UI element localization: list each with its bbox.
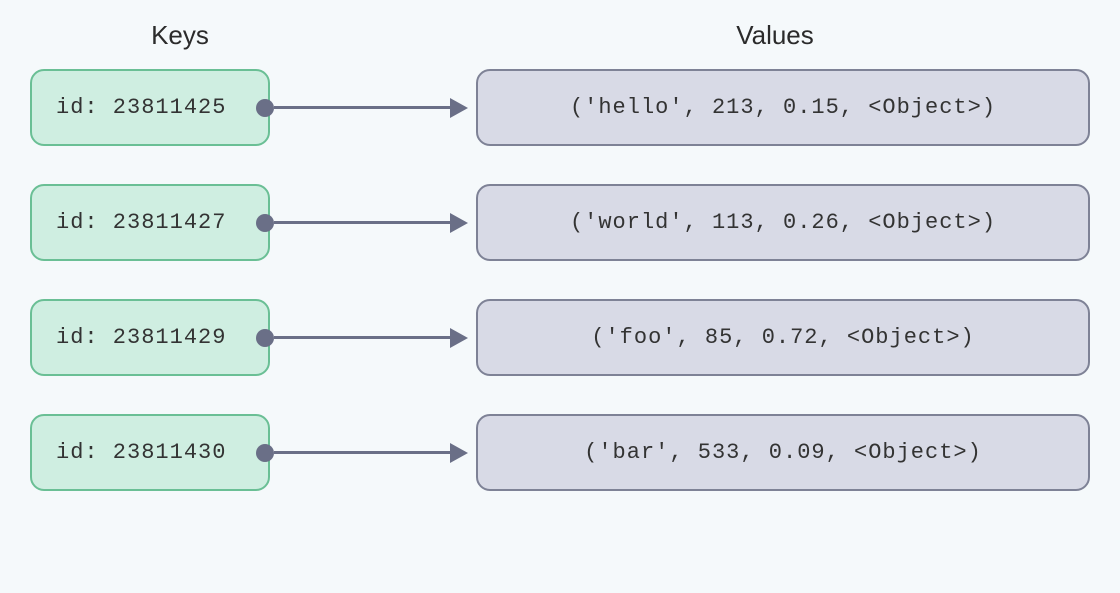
value-text: ('bar', 533, 0.09, <Object>) <box>584 440 982 465</box>
key-text: id: 23811430 <box>56 440 226 465</box>
value-box: ('world', 113, 0.26, <Object>) <box>476 184 1090 261</box>
value-text: ('world', 113, 0.26, <Object>) <box>570 210 996 235</box>
key-box: id: 23811429 <box>30 299 270 376</box>
key-text: id: 23811429 <box>56 325 226 350</box>
value-box: ('foo', 85, 0.72, <Object>) <box>476 299 1090 376</box>
keys-header: Keys <box>60 20 300 51</box>
value-box: ('hello', 213, 0.15, <Object>) <box>476 69 1090 146</box>
arrow-icon <box>256 318 476 358</box>
value-text: ('hello', 213, 0.15, <Object>) <box>570 95 996 120</box>
mapping-row: id: 23811429 ('foo', 85, 0.72, <Object>) <box>30 299 1090 376</box>
value-text: ('foo', 85, 0.72, <Object>) <box>591 325 974 350</box>
mapping-row: id: 23811427 ('world', 113, 0.26, <Objec… <box>30 184 1090 261</box>
value-box: ('bar', 533, 0.09, <Object>) <box>476 414 1090 491</box>
key-box: id: 23811430 <box>30 414 270 491</box>
column-headers: Keys Values <box>30 20 1090 51</box>
mapping-row: id: 23811425 ('hello', 213, 0.15, <Objec… <box>30 69 1090 146</box>
key-box: id: 23811427 <box>30 184 270 261</box>
arrow-icon <box>256 88 476 128</box>
key-text: id: 23811425 <box>56 95 226 120</box>
values-header: Values <box>460 20 1090 51</box>
key-text: id: 23811427 <box>56 210 226 235</box>
arrow-icon <box>256 433 476 473</box>
key-box: id: 23811425 <box>30 69 270 146</box>
mapping-row: id: 23811430 ('bar', 533, 0.09, <Object>… <box>30 414 1090 491</box>
arrow-icon <box>256 203 476 243</box>
